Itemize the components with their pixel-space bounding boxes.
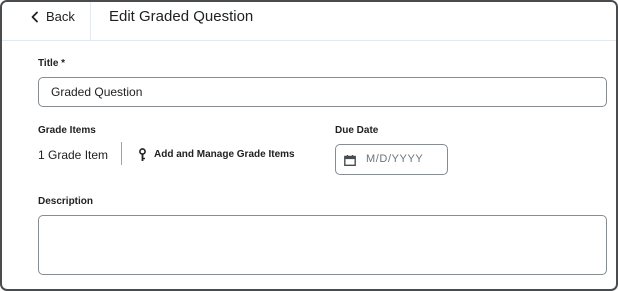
add-manage-grade-items-label: Add and Manage Grade Items (154, 149, 295, 160)
calendar-icon (344, 155, 356, 166)
chevron-left-icon (31, 11, 38, 23)
due-date-placeholder: M/D/YYYY (366, 153, 424, 165)
header-bar: Back Edit Graded Question (2, 2, 616, 41)
title-input[interactable] (38, 77, 607, 107)
back-button[interactable]: Back (2, 2, 90, 40)
description-label: Description (38, 196, 94, 207)
grade-items-count: 1 Grade Item (38, 148, 109, 162)
header-divider (90, 2, 91, 40)
grade-items-label: Grade Items (38, 125, 96, 136)
key-icon (139, 148, 146, 161)
back-button-label: Back (46, 9, 75, 24)
grade-items-divider (121, 142, 122, 165)
page-title: Edit Graded Question (109, 8, 254, 25)
description-input[interactable] (38, 215, 607, 275)
title-label: Title * (38, 58, 66, 69)
edit-graded-question-panel: Back Edit Graded Question Title * Grade … (0, 0, 618, 291)
due-date-input[interactable]: M/D/YYYY (335, 144, 448, 175)
due-date-label: Due Date (335, 125, 379, 136)
